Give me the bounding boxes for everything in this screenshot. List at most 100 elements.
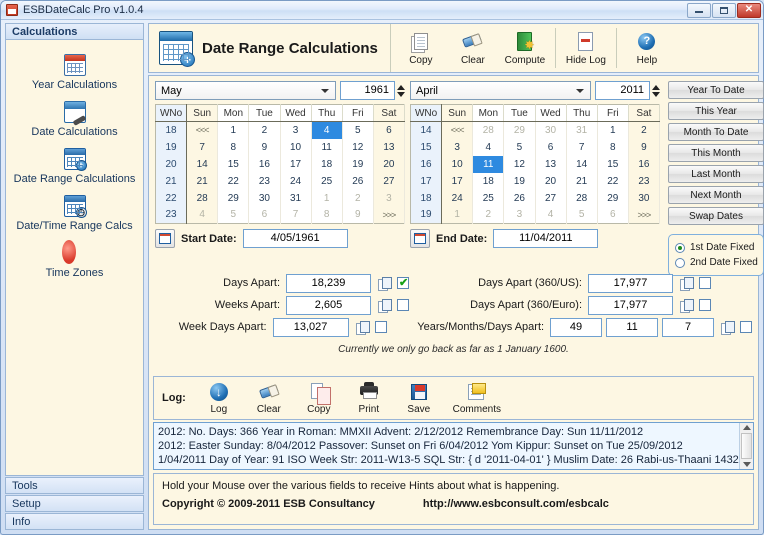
calendar-day-cell[interactable]: 13 [535, 155, 567, 173]
calendar-day-cell[interactable]: 14 [186, 155, 219, 173]
calendar-day-cell[interactable]: 20 [535, 172, 567, 190]
end-year-input[interactable]: 2011 [595, 81, 650, 100]
calendar-day-cell[interactable]: 17 [441, 172, 474, 190]
days-apart-360us-input[interactable]: 17,977 [588, 273, 673, 293]
calendar-day-cell[interactable]: 1 [217, 121, 250, 139]
spinner-down-icon[interactable] [397, 91, 405, 97]
this-month-button[interactable]: This Month [668, 144, 764, 162]
log-clear-button[interactable]: Clear [244, 378, 294, 418]
help-button[interactable]: ? Help [621, 25, 673, 71]
calendar-day-cell[interactable]: 7 [566, 138, 598, 156]
calendar-day-cell[interactable]: 18 [311, 155, 343, 173]
hide-log-button[interactable]: Hide Log [560, 25, 612, 71]
calendar-day-cell[interactable]: 30 [628, 189, 661, 207]
calendar-day-cell[interactable]: 20 [373, 155, 406, 173]
calendar-day-cell[interactable]: 16 [628, 155, 661, 173]
calendar-day-cell[interactable]: 8 [217, 138, 250, 156]
calendar-day-cell[interactable]: 8 [311, 206, 343, 224]
calendar-day-cell[interactable]: 5 [217, 206, 250, 224]
calendar-day-cell[interactable]: 29 [217, 189, 250, 207]
copy-icon[interactable] [680, 276, 694, 291]
start-year-spin-buttons[interactable] [397, 84, 405, 97]
spinner-up-icon[interactable] [652, 84, 660, 90]
calendar-day-cell[interactable]: 27 [373, 172, 406, 190]
calendar-day-cell[interactable]: 17 [280, 155, 312, 173]
calendar-day-cell[interactable]: 12 [503, 155, 536, 173]
calendar-day-cell[interactable]: 29 [597, 189, 629, 207]
calendar-day-cell[interactable]: 19 [342, 155, 374, 173]
calendar-day-cell[interactable]: 15 [597, 155, 629, 173]
calendar-day-cell[interactable]: 2 [342, 189, 374, 207]
log-save-button[interactable]: Save [394, 378, 444, 418]
log-button[interactable]: ↓ Log [194, 378, 244, 418]
end-calendar-grid[interactable]: WNo Sun Mon Tue Wed Thu Fri Sat 14 <<< 28 2… [410, 104, 661, 224]
sidebar-item-datetime-range-calcs[interactable]: ◷ Date/Time Range Calcs [6, 191, 143, 238]
log-scrollbar[interactable] [739, 423, 753, 469]
year-to-date-button[interactable]: Year To Date [668, 81, 764, 99]
calendar-day-cell[interactable]: 19 [503, 172, 536, 190]
calendar-day-cell[interactable]: 24 [280, 172, 312, 190]
week-days-apart-input[interactable]: 13,027 [272, 317, 349, 337]
start-calendar-grid[interactable]: WNo Sun Mon Tue Wed Thu Fri Sat 18 <<< 1 2 3… [155, 104, 406, 224]
calendar-day-cell[interactable]: 8 [597, 138, 629, 156]
end-month-select[interactable]: April [410, 81, 591, 100]
next-month-button[interactable]: Next Month [668, 186, 764, 204]
months-apart-input[interactable]: 11 [606, 317, 659, 337]
end-year-spin-buttons[interactable] [652, 84, 660, 97]
years-apart-input[interactable]: 49 [550, 317, 603, 337]
calendar-nav-cell[interactable]: >>> [373, 206, 406, 224]
days-apart-360euro-checkbox[interactable] [699, 299, 711, 311]
sidebar-item-date-calculations[interactable]: Date Calculations [6, 97, 143, 144]
scrollbar-thumb[interactable] [741, 433, 752, 459]
calendar-day-cell[interactable]: 10 [441, 155, 474, 173]
calendar-day-cell[interactable]: 6 [373, 121, 406, 139]
this-year-button[interactable]: This Year [668, 102, 764, 120]
calendar-day-cell[interactable]: 6 [248, 206, 281, 224]
calendar-day-cell[interactable]: 23 [248, 172, 281, 190]
swap-dates-button[interactable]: Swap Dates [668, 207, 764, 225]
close-button[interactable]: ✕ [737, 2, 761, 18]
sidebar-footer-info[interactable]: Info [5, 513, 144, 530]
copy-icon[interactable] [680, 298, 694, 313]
start-date-input[interactable]: 4/05/1961 [242, 229, 348, 248]
calendar-day-cell[interactable]: 3 [373, 189, 406, 207]
calendar-day-cell[interactable]: 21 [566, 172, 598, 190]
calendar-day-cell[interactable]: 2 [628, 121, 661, 139]
copy-icon[interactable] [378, 298, 392, 313]
calendar-nav-cell[interactable]: <<< [186, 121, 219, 139]
days-apart-360euro-input[interactable]: 17,977 [588, 295, 673, 315]
sidebar-item-year-calculations[interactable]: Year Calculations [6, 50, 143, 97]
ymd-apart-checkbox[interactable] [740, 321, 753, 333]
calendar-day-cell[interactable]: 29 [503, 121, 536, 139]
radio-second-date-fixed[interactable]: 2nd Date Fixed [675, 257, 763, 268]
calendar-day-cell[interactable]: 31 [566, 121, 598, 139]
calendar-day-cell[interactable]: 25 [472, 189, 505, 207]
copy-button[interactable]: Copy [395, 25, 447, 71]
sidebar-item-date-range-calculations[interactable]: + Date Range Calculations [6, 144, 143, 191]
log-output-box[interactable]: 2012: No. Days: 366 Year in Roman: MMXII… [153, 422, 754, 470]
calendar-day-cell[interactable]: 11 [311, 138, 343, 156]
calendar-day-cell[interactable]: 23 [628, 172, 661, 190]
days-apart-checkbox[interactable] [397, 276, 409, 289]
copy-icon[interactable] [378, 276, 392, 291]
log-print-button[interactable]: Print [344, 378, 394, 418]
days-component-input[interactable]: 7 [662, 317, 715, 337]
calendar-day-cell[interactable]: 4 [535, 206, 567, 224]
start-year-input[interactable]: 1961 [340, 81, 395, 100]
log-copy-button[interactable]: Copy [294, 378, 344, 418]
calendar-day-cell[interactable]: 13 [373, 138, 406, 156]
calendar-day-cell[interactable]: 10 [280, 138, 312, 156]
calendar-day-cell[interactable]: 16 [248, 155, 281, 173]
copy-icon[interactable] [355, 320, 370, 335]
calendar-day-cell[interactable]: 4 [311, 121, 343, 139]
last-month-button[interactable]: Last Month [668, 165, 764, 183]
calendar-day-cell[interactable]: 5 [342, 121, 374, 139]
calendar-day-cell[interactable]: 1 [311, 189, 343, 207]
calendar-day-cell[interactable]: 9 [248, 138, 281, 156]
start-month-select[interactable]: May [155, 81, 336, 100]
calendar-day-cell[interactable]: 1 [597, 121, 629, 139]
calendar-day-cell[interactable]: 26 [342, 172, 374, 190]
clear-button[interactable]: Clear [447, 25, 499, 71]
calendar-day-cell[interactable]: 18 [472, 172, 505, 190]
end-date-input[interactable]: 11/04/2011 [493, 229, 599, 248]
